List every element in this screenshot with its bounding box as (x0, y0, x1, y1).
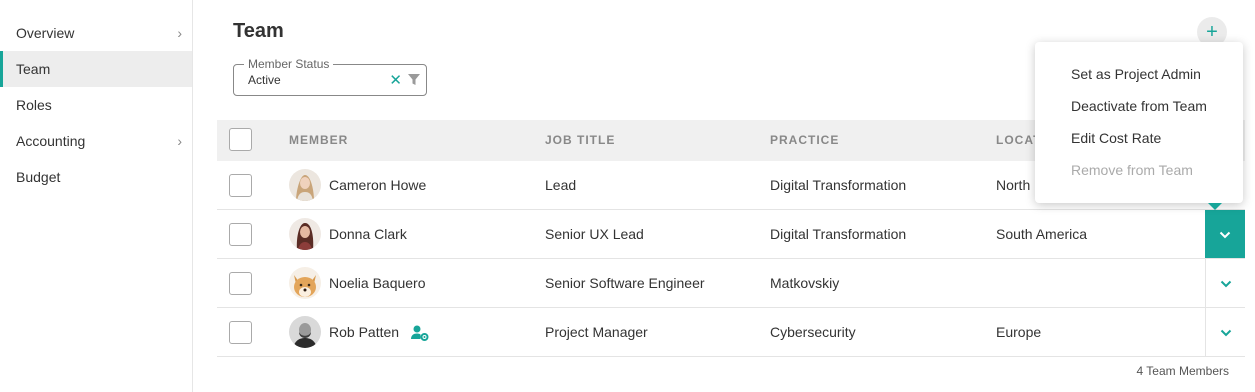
row-actions-button[interactable] (1205, 259, 1245, 307)
menu-item-set-project-admin[interactable]: Set as Project Admin (1035, 58, 1243, 90)
menu-item-edit-cost-rate[interactable]: Edit Cost Rate (1035, 122, 1243, 154)
avatar (289, 169, 321, 201)
location: North (996, 177, 1031, 193)
member-name: Cameron Howe (329, 177, 427, 193)
sidebar-item-label: Budget (16, 169, 61, 185)
column-header-practice[interactable]: PRACTICE (770, 120, 839, 161)
funnel-icon[interactable] (408, 74, 420, 86)
row-actions-button[interactable] (1205, 308, 1245, 356)
avatar (289, 316, 321, 348)
chevron-down-icon (1220, 329, 1231, 336)
filter-label: Member Status (244, 57, 334, 71)
menu-item-remove-from-team: Remove from Team (1071, 162, 1193, 178)
job-title: Senior Software Engineer (545, 275, 705, 291)
sidebar-item-budget[interactable]: Budget (0, 159, 192, 195)
practice: Matkovskiy (770, 275, 840, 291)
table-row[interactable]: Noelia Baquero Senior Software Engineer … (217, 259, 1245, 308)
sidebar: Overview › Team Roles Accounting › Budge… (0, 0, 193, 392)
column-header-job-title[interactable]: JOB TITLE (545, 120, 615, 161)
job-title: Senior UX Lead (545, 226, 644, 242)
sidebar-item-accounting[interactable]: Accounting › (0, 123, 192, 159)
menu-caret (1208, 203, 1222, 210)
row-actions-menu: Set as Project Admin Deactivate from Tea… (1035, 42, 1243, 203)
avatar (289, 267, 321, 299)
table-row[interactable]: Rob Patten Project Manager Cybersecurity… (217, 308, 1245, 357)
select-all-checkbox[interactable] (229, 128, 252, 151)
member-name: Rob Patten (329, 324, 400, 340)
job-title: Project Manager (545, 324, 648, 340)
app-root: Overview › Team Roles Accounting › Budge… (0, 0, 1255, 392)
job-title: Lead (545, 177, 577, 193)
column-header-member[interactable]: MEMBER (289, 120, 348, 161)
filter-value: Active (248, 73, 281, 87)
row-checkbox[interactable] (229, 321, 252, 344)
clear-icon[interactable]: ✕ (389, 71, 402, 89)
sidebar-item-roles[interactable]: Roles (0, 87, 192, 123)
chevron-down-icon (1219, 231, 1231, 238)
practice: Digital Transformation (770, 177, 907, 193)
project-admin-icon (411, 325, 429, 341)
chevron-right-icon: › (177, 133, 182, 149)
sidebar-item-label: Overview (16, 25, 75, 41)
practice: Cybersecurity (770, 324, 856, 340)
sidebar-item-label: Roles (16, 97, 52, 113)
menu-item-deactivate[interactable]: Deactivate from Team (1035, 90, 1243, 122)
location: Europe (996, 324, 1042, 340)
sidebar-item-label: Accounting (16, 133, 86, 149)
member-count: 4 Team Members (1136, 364, 1229, 378)
practice: Digital Transformation (770, 226, 907, 242)
row-actions-button[interactable] (1205, 210, 1245, 258)
sidebar-item-overview[interactable]: Overview › (0, 15, 192, 51)
row-checkbox[interactable] (229, 174, 252, 197)
location: South America (996, 226, 1088, 242)
table-row[interactable]: Donna Clark Senior UX Lead Digital Trans… (217, 210, 1245, 259)
sidebar-item-label: Team (16, 61, 51, 77)
sidebar-item-team[interactable]: Team (0, 51, 192, 87)
plus-icon: + (1206, 21, 1218, 43)
member-name: Donna Clark (329, 226, 407, 242)
member-status-filter[interactable]: Member Status Active ✕ (233, 57, 427, 96)
avatar (289, 218, 321, 250)
row-checkbox[interactable] (229, 272, 252, 295)
page-title: Team (233, 20, 284, 42)
chevron-down-icon (1220, 280, 1231, 287)
member-name: Noelia Baquero (329, 275, 426, 291)
row-checkbox[interactable] (229, 223, 252, 246)
chevron-right-icon: › (177, 25, 182, 41)
